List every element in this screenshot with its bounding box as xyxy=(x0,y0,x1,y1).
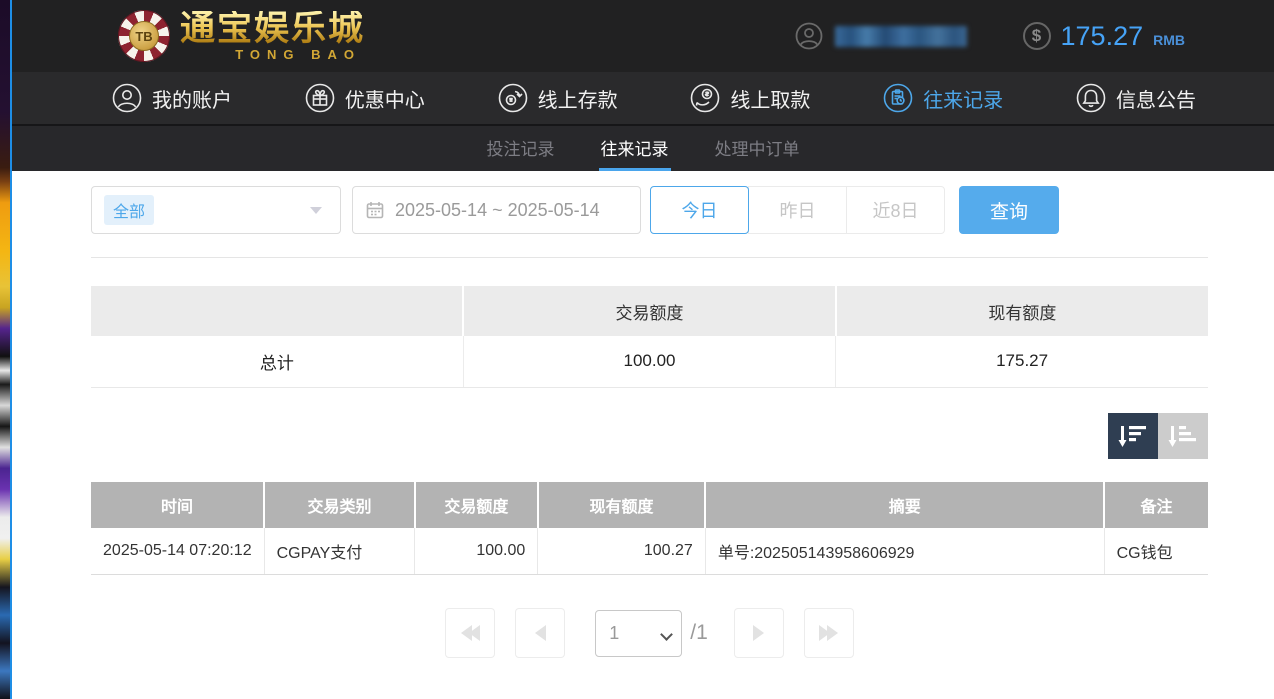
today-button[interactable]: 今日 xyxy=(650,186,749,234)
summary-header-row: 交易额度 现有额度 xyxy=(91,286,1208,336)
page-total-label: /1 xyxy=(690,621,708,645)
date-range-value: 2025-05-14 ~ 2025-05-14 xyxy=(395,200,600,221)
next-page-icon xyxy=(753,625,764,641)
coin-icon: $ xyxy=(1023,22,1051,50)
nav-item-promotions[interactable]: 优惠中心 xyxy=(305,83,425,113)
page: TB 通宝娱乐城 TONG BAO $ 175.27 xyxy=(0,0,1274,699)
logo-text: 通宝娱乐城 TONG BAO xyxy=(180,11,365,61)
nav-label: 线上取款 xyxy=(730,84,810,113)
casino-chip-icon: TB xyxy=(118,10,170,62)
records-icon xyxy=(883,83,913,113)
first-page-button[interactable] xyxy=(445,608,495,658)
summary-total-amount: 100.00 xyxy=(463,336,835,387)
cell-type: CGPAY支付 xyxy=(264,528,415,575)
username-redacted xyxy=(835,26,967,47)
summary-total-label: 总计 xyxy=(91,336,463,387)
nav-item-my-account[interactable]: 我的账户 xyxy=(112,83,232,113)
next-page-button[interactable] xyxy=(734,608,784,658)
sort-controls xyxy=(91,413,1208,459)
last-8-days-button[interactable]: 近8日 xyxy=(846,186,945,234)
selected-type-chip: 全部 xyxy=(104,195,154,225)
nav-label: 线上存款 xyxy=(538,84,618,113)
filter-row: 全部 2025-05-14 ~ 2025-05-14 今日 昨日 xyxy=(91,186,1208,234)
background-banner-edge xyxy=(0,0,10,699)
section-divider xyxy=(91,257,1208,258)
header-type: 交易类别 xyxy=(264,482,415,528)
nav-item-deposit[interactable]: 线上存款 xyxy=(498,83,618,113)
chip-core: TB xyxy=(129,21,159,51)
header-right: $ 175.27 RMB xyxy=(795,21,1185,52)
transaction-type-select[interactable]: 全部 xyxy=(91,186,341,234)
calendar-icon xyxy=(365,200,385,220)
pagination: 1 /1 xyxy=(91,608,1208,658)
header-time: 时间 xyxy=(91,482,264,528)
page-select[interactable]: 1 xyxy=(595,610,682,657)
dropdown-arrow-icon xyxy=(310,207,322,214)
content-area: 全部 2025-05-14 ~ 2025-05-14 今日 昨日 xyxy=(12,171,1274,699)
date-range-input[interactable]: 2025-05-14 ~ 2025-05-14 xyxy=(352,186,641,234)
nav-label: 优惠中心 xyxy=(345,84,425,113)
tab-pending-orders[interactable]: 处理中订单 xyxy=(713,126,802,171)
last-page-button[interactable] xyxy=(804,608,854,658)
nav-item-withdraw[interactable]: 线上取款 xyxy=(690,83,810,113)
user-block[interactable] xyxy=(795,22,967,50)
nav-item-announcements[interactable]: 信息公告 xyxy=(1076,83,1196,113)
main-column: TB 通宝娱乐城 TONG BAO $ 175.27 xyxy=(12,0,1274,699)
tab-bet-records[interactable]: 投注记录 xyxy=(485,126,557,171)
main-nav: 我的账户 优惠中心 线上存款 xyxy=(12,72,1274,124)
balance-block[interactable]: $ 175.27 RMB xyxy=(1023,21,1185,52)
summary-total-balance: 175.27 xyxy=(836,336,1208,387)
summary-table: 交易额度 现有额度 总计 100.00 175.27 xyxy=(91,286,1208,388)
last-page-icon xyxy=(827,625,838,641)
header-memo: 摘要 xyxy=(705,482,1104,528)
sort-ascending-button[interactable] xyxy=(1158,413,1208,459)
logo-subtitle: TONG BAO xyxy=(235,48,365,61)
table-row: 2025-05-14 07:20:12 CGPAY支付 100.00 100.2… xyxy=(91,528,1208,575)
header-note: 备注 xyxy=(1104,482,1208,528)
records-table: 时间 交易类别 交易额度 现有额度 摘要 备注 2025-05-14 07:20… xyxy=(91,482,1208,576)
cell-balance: 100.27 xyxy=(538,528,706,575)
withdraw-icon xyxy=(690,83,720,113)
sort-asc-icon xyxy=(1168,422,1198,450)
tab-transaction-records[interactable]: 往来记录 xyxy=(599,126,671,171)
quick-date-group: 今日 昨日 近8日 xyxy=(650,186,945,234)
balance-currency: RMB xyxy=(1153,32,1185,48)
user-icon xyxy=(112,83,142,113)
sort-descending-button[interactable] xyxy=(1108,413,1158,459)
cell-amount: 100.00 xyxy=(415,528,538,575)
subtab-bar: 投注记录 往来记录 处理中订单 xyxy=(12,124,1274,171)
nav-item-records[interactable]: 往来记录 xyxy=(883,83,1003,113)
search-button[interactable]: 查询 xyxy=(959,186,1059,234)
balance-amount: 175.27 xyxy=(1061,21,1144,52)
first-page-icon xyxy=(469,625,480,641)
summary-header-amount: 交易额度 xyxy=(463,286,835,336)
header-amount: 交易额度 xyxy=(415,482,538,528)
site-logo[interactable]: TB 通宝娱乐城 TONG BAO xyxy=(118,10,365,62)
bell-icon xyxy=(1076,83,1106,113)
sort-desc-icon xyxy=(1118,422,1148,450)
deposit-icon xyxy=(498,83,528,113)
top-header: TB 通宝娱乐城 TONG BAO $ 175.27 xyxy=(12,0,1274,72)
nav-label: 信息公告 xyxy=(1116,84,1196,113)
yesterday-button[interactable]: 昨日 xyxy=(748,186,847,234)
page-select-wrap: 1 xyxy=(595,610,682,657)
prev-page-icon xyxy=(535,625,546,641)
header-balance: 现有额度 xyxy=(538,482,706,528)
nav-label: 往来记录 xyxy=(923,84,1003,113)
gift-icon xyxy=(305,83,335,113)
cell-note: CG钱包 xyxy=(1104,528,1208,575)
summary-header-balance: 现有额度 xyxy=(836,286,1208,336)
summary-header-empty xyxy=(91,286,463,336)
records-header-row: 时间 交易类别 交易额度 现有额度 摘要 备注 xyxy=(91,482,1208,528)
logo-title: 通宝娱乐城 xyxy=(180,11,365,46)
avatar-icon xyxy=(795,22,823,50)
cell-memo: 单号:202505143958606929 xyxy=(705,528,1104,575)
nav-label: 我的账户 xyxy=(152,84,232,113)
cell-time: 2025-05-14 07:20:12 xyxy=(91,528,264,575)
summary-total-row: 总计 100.00 175.27 xyxy=(91,336,1208,387)
prev-page-button[interactable] xyxy=(515,608,565,658)
